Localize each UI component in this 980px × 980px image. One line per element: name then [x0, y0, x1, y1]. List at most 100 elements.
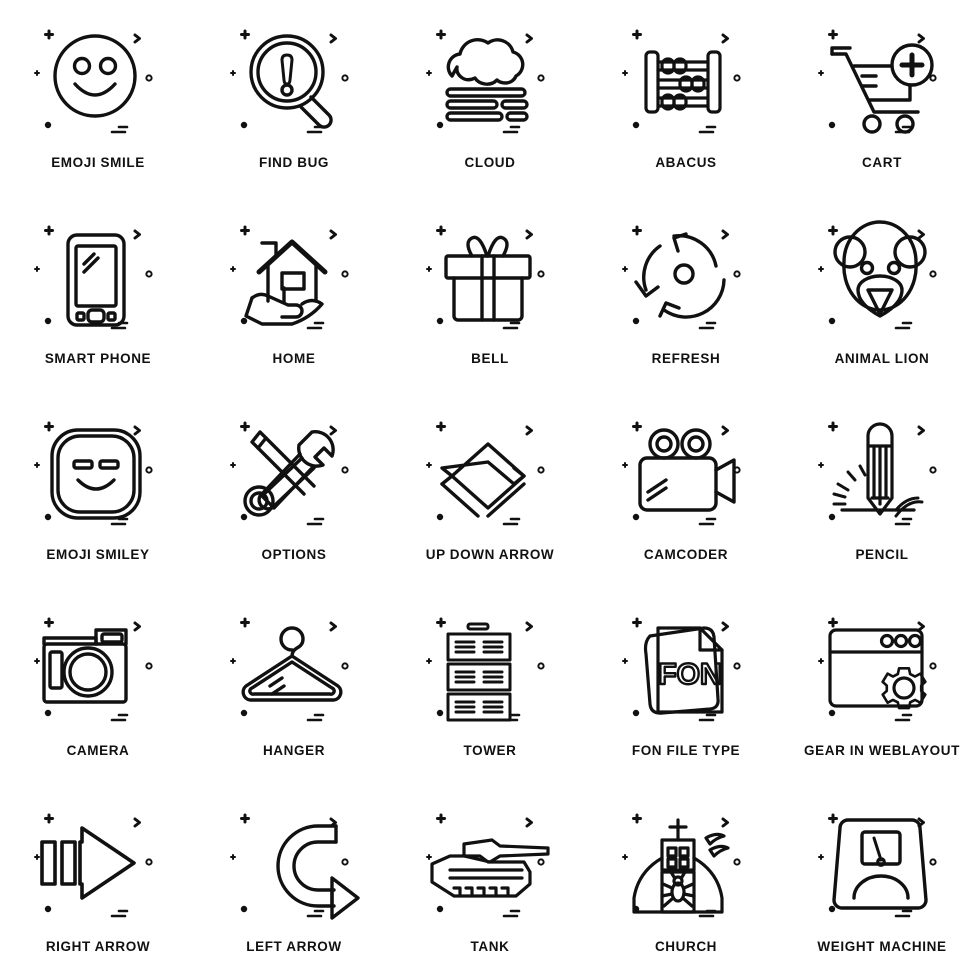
- sparkle-icon: [44, 421, 54, 432]
- sparkle-icon: [240, 225, 250, 236]
- icon-cell[interactable]: CHURCH: [588, 784, 784, 980]
- dot-accent-icon: [929, 270, 937, 278]
- dot-accent-icon: [145, 74, 153, 82]
- cart-add-icon[interactable]: [802, 14, 962, 149]
- emoji-smile-icon[interactable]: [18, 14, 178, 149]
- left-curved-arrow-icon[interactable]: [214, 798, 374, 933]
- dot-accent-icon: [733, 270, 741, 278]
- chevron-accent-icon: [917, 33, 925, 44]
- sparkle-icon: [436, 617, 446, 628]
- cloud-icon[interactable]: [410, 14, 570, 149]
- dash-accent-icon: [110, 125, 129, 134]
- small-sparkle-icon: [426, 462, 432, 468]
- gear-in-weblayout-icon[interactable]: [802, 602, 962, 737]
- chevron-accent-icon: [133, 817, 141, 828]
- dash-accent-icon: [502, 125, 521, 134]
- icon-cell[interactable]: TOWER: [392, 588, 588, 784]
- chevron-accent-icon: [525, 33, 533, 44]
- small-sparkle-icon: [622, 854, 628, 860]
- pencil-icon[interactable]: [802, 406, 962, 541]
- dot-accent-icon: [632, 709, 640, 717]
- camera-icon[interactable]: [18, 602, 178, 737]
- icon-cell[interactable]: OPTIONS: [196, 392, 392, 588]
- sparkle-icon: [44, 29, 54, 40]
- find-bug-icon[interactable]: [214, 14, 374, 149]
- server-tower-icon[interactable]: [410, 602, 570, 737]
- icon-cell[interactable]: REFRESH: [588, 196, 784, 392]
- icon-label: UP DOWN ARROW: [425, 547, 555, 562]
- dash-accent-icon: [306, 125, 325, 134]
- dot-accent-icon: [733, 858, 741, 866]
- dot-accent-icon: [44, 317, 52, 325]
- weight-machine-icon[interactable]: [802, 798, 962, 933]
- small-sparkle-icon: [818, 266, 824, 272]
- icon-cell[interactable]: ABACUS: [588, 0, 784, 196]
- icon-cell[interactable]: UP DOWN ARROW: [392, 392, 588, 588]
- dash-accent-icon: [502, 321, 521, 330]
- icon-cell[interactable]: GEAR IN WEBLAYOUT: [784, 588, 980, 784]
- right-arrow-icon[interactable]: [18, 798, 178, 933]
- emoji-smiley-square-icon[interactable]: [18, 406, 178, 541]
- refresh-icon[interactable]: [606, 210, 766, 345]
- tank-icon[interactable]: [410, 798, 570, 933]
- icon-label: PENCIL: [855, 547, 909, 562]
- icon-label: TANK: [470, 939, 510, 954]
- chevron-accent-icon: [329, 229, 337, 240]
- abacus-icon[interactable]: [606, 14, 766, 149]
- chevron-accent-icon: [721, 425, 729, 436]
- hanger-icon[interactable]: [214, 602, 374, 737]
- icon-cell[interactable]: CLOUD: [392, 0, 588, 196]
- icon-cell[interactable]: CAMERA: [0, 588, 196, 784]
- tools-options-icon[interactable]: [214, 406, 374, 541]
- sparkle-icon: [436, 29, 446, 40]
- sparkle-icon: [44, 617, 54, 628]
- fon-file-icon[interactable]: FON: [606, 602, 766, 737]
- icon-label: ANIMAL LION: [834, 351, 930, 366]
- dot-accent-icon: [632, 121, 640, 129]
- icon-cell[interactable]: HOME: [196, 196, 392, 392]
- camcorder-icon[interactable]: [606, 406, 766, 541]
- icon-label: EMOJI SMILEY: [46, 547, 150, 562]
- sparkle-icon: [44, 225, 54, 236]
- icon-cell[interactable]: PENCIL: [784, 392, 980, 588]
- small-sparkle-icon: [34, 462, 40, 468]
- dot-accent-icon: [436, 709, 444, 717]
- sparkle-icon: [828, 617, 838, 628]
- small-sparkle-icon: [622, 462, 628, 468]
- icon-label: GEAR IN WEBLAYOUT: [804, 743, 960, 758]
- icon-cell[interactable]: FIND BUG: [196, 0, 392, 196]
- dot-accent-icon: [929, 74, 937, 82]
- animal-bear-face-icon[interactable]: [802, 210, 962, 345]
- icon-cell[interactable]: LEFT ARROW: [196, 784, 392, 980]
- icon-label: RIGHT ARROW: [45, 939, 151, 954]
- dot-accent-icon: [145, 270, 153, 278]
- icon-cell[interactable]: SMART PHONE: [0, 196, 196, 392]
- chevron-accent-icon: [525, 229, 533, 240]
- icon-cell[interactable]: WEIGHT MACHINE: [784, 784, 980, 980]
- icon-cell[interactable]: CAMCODER: [588, 392, 784, 588]
- icon-cell[interactable]: EMOJI SMILEY: [0, 392, 196, 588]
- icon-label: WEIGHT MACHINE: [817, 939, 947, 954]
- chevron-accent-icon: [917, 425, 925, 436]
- icon-cell[interactable]: CART: [784, 0, 980, 196]
- icon-cell[interactable]: FON FON FILE TYPE: [588, 588, 784, 784]
- small-sparkle-icon: [426, 70, 432, 76]
- icon-cell[interactable]: EMOJI SMILE: [0, 0, 196, 196]
- chevron-accent-icon: [721, 229, 729, 240]
- icon-cell[interactable]: RIGHT ARROW: [0, 784, 196, 980]
- church-icon[interactable]: [606, 798, 766, 933]
- icon-cell[interactable]: ANIMAL LION: [784, 196, 980, 392]
- home-in-hand-icon[interactable]: [214, 210, 374, 345]
- dot-accent-icon: [632, 317, 640, 325]
- icon-label: CART: [862, 155, 902, 170]
- chevron-accent-icon: [329, 33, 337, 44]
- dot-accent-icon: [240, 121, 248, 129]
- gift-box-icon[interactable]: [410, 210, 570, 345]
- up-down-chevron-icon[interactable]: [410, 406, 570, 541]
- icon-cell[interactable]: HANGER: [196, 588, 392, 784]
- dot-accent-icon: [436, 121, 444, 129]
- smart-phone-icon[interactable]: [18, 210, 178, 345]
- icon-cell[interactable]: TANK: [392, 784, 588, 980]
- dot-accent-icon: [828, 709, 836, 717]
- icon-cell[interactable]: BELL: [392, 196, 588, 392]
